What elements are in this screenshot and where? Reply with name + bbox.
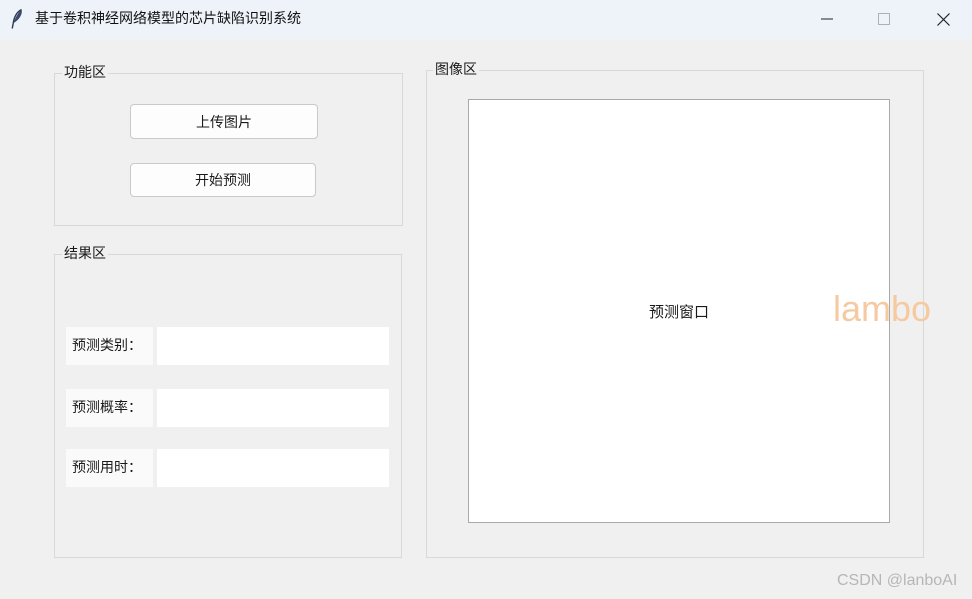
prediction-canvas: 预测窗口 <box>468 99 890 523</box>
prediction-time-value <box>157 449 389 487</box>
predicted-probability-label: 预测概率： <box>66 389 153 427</box>
image-area-label: 图像区 <box>433 62 479 78</box>
csdn-watermark: CSDN @lanboAI <box>837 572 958 589</box>
minimize-button[interactable] <box>804 0 850 38</box>
maximize-icon <box>878 13 890 25</box>
lambo-watermark: lambo <box>833 288 932 329</box>
canvas-placeholder-text: 预测窗口 <box>648 302 709 321</box>
title-bar: 基于卷积神经网络模型的芯片缺陷识别系统 <box>0 0 972 40</box>
function-area-label: 功能区 <box>62 65 108 81</box>
window-title: 基于卷积神经网络模型的芯片缺陷识别系统 <box>35 11 301 27</box>
maximize-button[interactable] <box>861 0 907 38</box>
result-area-label: 结果区 <box>62 246 108 262</box>
start-predict-button[interactable]: 开始预测 <box>130 163 316 197</box>
close-button[interactable] <box>920 0 966 38</box>
predicted-class-label: 预测类别： <box>66 327 153 365</box>
upload-image-button[interactable]: 上传图片 <box>130 104 318 139</box>
feather-icon <box>9 8 25 30</box>
prediction-time-label: 预测用时： <box>66 449 153 487</box>
predicted-probability-value <box>157 389 389 427</box>
predicted-class-value <box>157 327 389 365</box>
minimize-icon <box>821 13 833 25</box>
close-icon <box>936 12 950 26</box>
function-area-frame <box>54 73 403 226</box>
